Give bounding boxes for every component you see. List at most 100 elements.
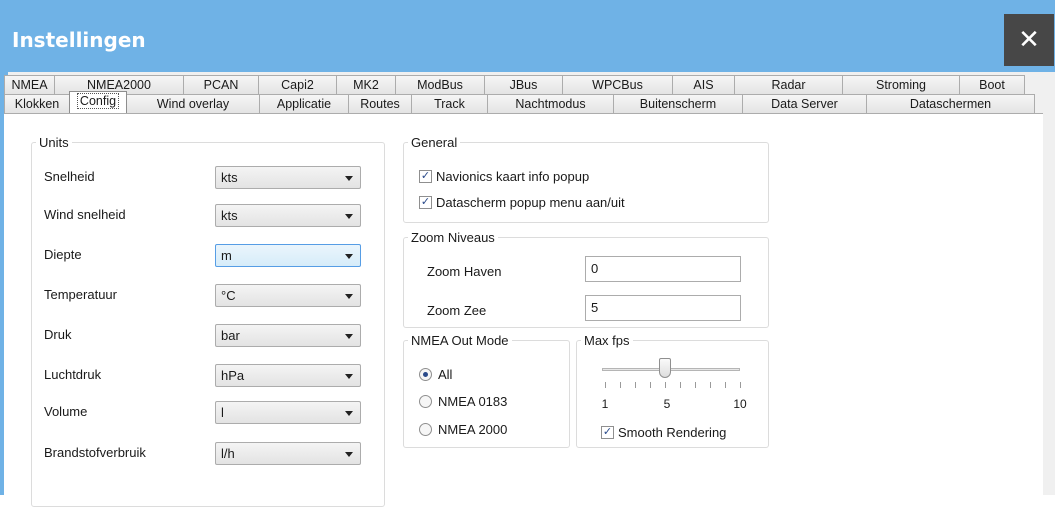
radio-nmea-2000[interactable]: NMEA 2000 — [419, 422, 507, 437]
tab-nachtmodus[interactable]: Nachtmodus — [487, 94, 614, 113]
volume-label: Volume — [44, 404, 88, 419]
nmea-out-legend: NMEA Out Mode — [411, 333, 509, 348]
chevron-down-icon — [345, 214, 353, 219]
snelheid-select[interactable]: kts — [215, 166, 361, 189]
fps-max-label: 10 — [733, 397, 747, 411]
chevron-down-icon — [345, 452, 353, 457]
tab-radar[interactable]: Radar — [734, 75, 843, 94]
fps-slider-thumb[interactable] — [659, 358, 671, 378]
tab-wind-overlay[interactable]: Wind overlay — [126, 94, 260, 113]
slider-tick — [680, 382, 681, 388]
brandstofverbruik-select[interactable]: l/h — [215, 442, 361, 465]
druk-label: Druk — [44, 327, 72, 342]
slider-tick — [740, 382, 741, 388]
radio-all-label: All — [438, 367, 453, 382]
temperatuur-value: °C — [221, 288, 236, 303]
radio-nmea-2000-label: NMEA 2000 — [438, 422, 508, 437]
volume-select[interactable]: l — [215, 401, 361, 424]
brandstofverbruik-label: Brandstofverbruik — [44, 445, 146, 460]
fps-mid-label: 5 — [663, 397, 671, 411]
window-title: Instellingen — [12, 28, 146, 52]
smooth-rendering-label: Smooth Rendering — [618, 425, 727, 440]
diepte-value: m — [221, 248, 232, 263]
tab-row-1: NMEA NMEA2000 PCAN Capi2 MK2 ModBus JBus… — [4, 75, 1025, 94]
max-fps-legend: Max fps — [584, 333, 630, 348]
tab-config-label: Config — [76, 93, 120, 109]
chevron-down-icon — [345, 374, 353, 379]
check-icon: ✓ — [419, 196, 432, 209]
druk-value: bar — [221, 328, 240, 343]
tab-track[interactable]: Track — [411, 94, 488, 113]
tab-jbus[interactable]: JBus — [484, 75, 563, 94]
snelheid-value: kts — [221, 170, 238, 185]
check-icon: ✓ — [601, 426, 614, 439]
tab-boot[interactable]: Boot — [959, 75, 1025, 94]
chevron-down-icon — [345, 176, 353, 181]
tab-mk2[interactable]: MK2 — [336, 75, 396, 94]
tab-dataschermen[interactable]: Dataschermen — [866, 94, 1035, 113]
snelheid-label: Snelheid — [44, 169, 95, 184]
zoom-zee-label: Zoom Zee — [427, 303, 487, 318]
close-button[interactable]: ✕ — [1004, 14, 1054, 66]
tab-applicatie[interactable]: Applicatie — [259, 94, 349, 113]
wind-snelheid-select[interactable]: kts — [215, 204, 361, 227]
wind-snelheid-value: kts — [221, 208, 238, 223]
tab-nmea[interactable]: NMEA — [4, 75, 55, 94]
chevron-down-icon — [345, 334, 353, 339]
radio-selected-icon — [419, 368, 432, 381]
tab-ais[interactable]: AIS — [672, 75, 735, 94]
tab-row-2: Klokken Config Wind overlay Applicatie R… — [4, 91, 1035, 113]
volume-value: l — [221, 405, 224, 420]
luchtdruk-select[interactable]: hPa — [215, 364, 361, 387]
datascherm-checkbox[interactable]: ✓ Datascherm popup menu aan/uit — [419, 195, 625, 210]
datascherm-label: Datascherm popup menu aan/uit — [436, 195, 625, 210]
tab-pcan[interactable]: PCAN — [183, 75, 259, 94]
navionics-checkbox[interactable]: ✓ Navionics kaart info popup — [419, 169, 589, 184]
diepte-label: Diepte — [44, 247, 82, 262]
slider-tick — [605, 382, 606, 388]
slider-tick — [620, 382, 621, 388]
chevron-down-icon — [345, 294, 353, 299]
radio-nmea-0183-label: NMEA 0183 — [438, 394, 508, 409]
slider-tick — [665, 382, 666, 388]
chevron-down-icon — [345, 254, 353, 259]
tab-config[interactable]: Config — [69, 91, 127, 113]
radio-icon — [419, 395, 432, 408]
tab-klokken[interactable]: Klokken — [4, 94, 70, 113]
fps-slider-track[interactable] — [602, 368, 740, 371]
tab-wpcbus[interactable]: WPCBus — [562, 75, 673, 94]
brandstofverbruik-value: l/h — [221, 446, 235, 461]
smooth-rendering-checkbox[interactable]: ✓ Smooth Rendering — [601, 425, 726, 440]
chevron-down-icon — [345, 411, 353, 416]
zoom-haven-input[interactable]: 0 — [585, 256, 741, 282]
tab-modbus[interactable]: ModBus — [395, 75, 485, 94]
radio-icon — [419, 423, 432, 436]
diepte-select[interactable]: m — [215, 244, 361, 267]
slider-tick — [635, 382, 636, 388]
tab-buitenscherm[interactable]: Buitenscherm — [613, 94, 743, 113]
slider-tick — [710, 382, 711, 388]
check-icon: ✓ — [419, 170, 432, 183]
zoom-legend: Zoom Niveaus — [411, 230, 495, 245]
temperatuur-label: Temperatuur — [44, 287, 117, 302]
temperatuur-select[interactable]: °C — [215, 284, 361, 307]
zoom-zee-input[interactable]: 5 — [585, 295, 741, 321]
tab-data-server[interactable]: Data Server — [742, 94, 867, 113]
title-bar[interactable]: Instellingen ✕ — [8, 0, 1055, 72]
radio-all[interactable]: All — [419, 367, 452, 382]
units-legend: Units — [39, 135, 69, 150]
slider-tick — [650, 382, 651, 388]
close-icon: ✕ — [1018, 25, 1040, 55]
general-legend: General — [411, 135, 458, 150]
tab-stroming[interactable]: Stroming — [842, 75, 960, 94]
luchtdruk-value: hPa — [221, 368, 245, 383]
slider-tick — [695, 382, 696, 388]
navionics-label: Navionics kaart info popup — [436, 169, 590, 184]
tab-routes[interactable]: Routes — [348, 94, 412, 113]
zoom-haven-label: Zoom Haven — [427, 264, 502, 279]
slider-tick — [725, 382, 726, 388]
radio-nmea-0183[interactable]: NMEA 0183 — [419, 394, 507, 409]
tab-capi2[interactable]: Capi2 — [258, 75, 337, 94]
druk-select[interactable]: bar — [215, 324, 361, 347]
luchtdruk-label: Luchtdruk — [44, 367, 102, 382]
